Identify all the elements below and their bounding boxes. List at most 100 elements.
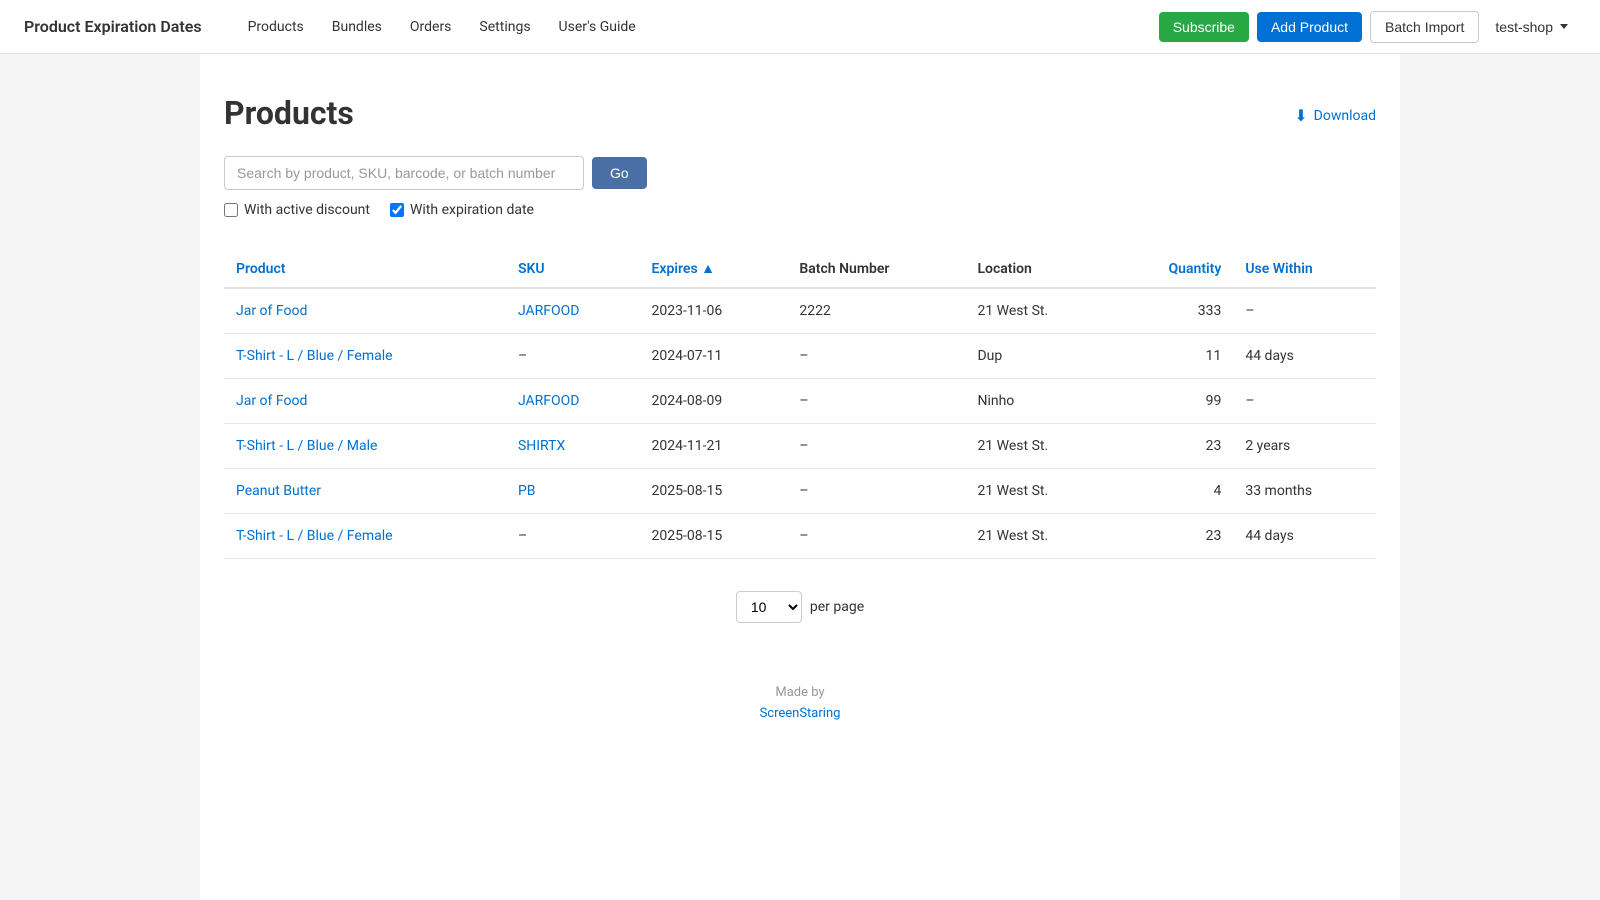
cell-sku: JARFOOD	[506, 379, 640, 424]
table-row: Jar of Food JARFOOD 2023-11-06222221 West …	[224, 288, 1376, 334]
shop-dropdown[interactable]: test-shop	[1487, 19, 1576, 35]
page-title: Products	[224, 94, 354, 132]
product-link[interactable]: T-Shirt - L / Blue / Female	[236, 528, 393, 544]
table-header: ProductSKUExpires ▲Batch NumberLocationQ…	[224, 250, 1376, 288]
col-header-batch_number: Batch Number	[787, 250, 965, 288]
cell-product: Jar of Food	[224, 288, 506, 334]
cell-product: T-Shirt - L / Blue / Female	[224, 514, 506, 559]
cell-use-within: –	[1233, 379, 1376, 424]
col-header-location: Location	[965, 250, 1113, 288]
product-link[interactable]: T-Shirt - L / Blue / Male	[236, 438, 377, 454]
filter-discount-checkbox[interactable]	[224, 203, 238, 217]
download-label: Download	[1314, 108, 1376, 124]
nav-link-orders[interactable]: Orders	[396, 0, 466, 54]
cell-use-within: 44 days	[1233, 334, 1376, 379]
cell-use-within: –	[1233, 288, 1376, 334]
filter-expiration-label[interactable]: With expiration date	[390, 202, 534, 218]
product-link[interactable]: Peanut Butter	[236, 483, 321, 499]
filter-row: With active discount With expiration dat…	[224, 202, 1376, 218]
navbar: Product Expiration Dates ProductsBundles…	[0, 0, 1600, 54]
cell-location: 21 West St.	[965, 469, 1113, 514]
cell-product: Jar of Food	[224, 379, 506, 424]
cell-product: Peanut Butter	[224, 469, 506, 514]
per-page-select[interactable]: 102550100	[736, 591, 802, 623]
nav-links: ProductsBundlesOrdersSettingsUser's Guid…	[234, 0, 1159, 54]
screenstaring-link[interactable]: ScreenStaring	[760, 706, 841, 721]
cell-location: Dup	[965, 334, 1113, 379]
sku-link[interactable]: JARFOOD	[518, 393, 580, 409]
table-row: T-Shirt - L / Blue / Male SHIRTX 2024-11-2…	[224, 424, 1376, 469]
nav-link-bundles[interactable]: Bundles	[318, 0, 396, 54]
nav-link-settings[interactable]: Settings	[465, 0, 544, 54]
filter-discount-label[interactable]: With active discount	[224, 202, 370, 218]
cell-batch-number: –	[787, 514, 965, 559]
product-link[interactable]: Jar of Food	[236, 393, 307, 409]
table-body: Jar of FoodJARFOOD2023-11-06222221 West …	[224, 288, 1376, 559]
cell-expires: 2024-08-09	[640, 379, 788, 424]
cell-quantity: 99	[1113, 379, 1233, 424]
table-row: Peanut ButterPB2025-08-15–21 West St.433…	[224, 469, 1376, 514]
cell-use-within: 44 days	[1233, 514, 1376, 559]
search-row: Go	[224, 156, 1376, 190]
cell-batch-number: –	[787, 469, 965, 514]
main-content: Products ⬇ Download Go With active disco…	[200, 54, 1400, 900]
cell-batch-number: –	[787, 334, 965, 379]
cell-location: 21 West St.	[965, 514, 1113, 559]
product-link[interactable]: T-Shirt - L / Blue / Female	[236, 348, 393, 364]
go-button[interactable]: Go	[592, 157, 647, 189]
cell-location: Ninho	[965, 379, 1113, 424]
sku-link[interactable]: SHIRTX	[518, 438, 565, 454]
col-header-quantity[interactable]: Quantity	[1113, 250, 1233, 288]
cell-product: T-Shirt - L / Blue / Male	[224, 424, 506, 469]
made-by-text: Made by	[224, 683, 1376, 704]
cell-quantity: 333	[1113, 288, 1233, 334]
cell-expires: 2025-08-15	[640, 514, 788, 559]
cell-batch-number: –	[787, 379, 965, 424]
table-row: T-Shirt - L / Blue / Female–2024-07-11–D…	[224, 334, 1376, 379]
cell-use-within: 2 years	[1233, 424, 1376, 469]
download-icon: ⬇	[1294, 106, 1307, 125]
cell-batch-number: 2222	[787, 288, 965, 334]
cell-quantity: 23	[1113, 424, 1233, 469]
sku-link[interactable]: JARFOOD	[518, 303, 580, 319]
cell-sku: SHIRTX	[506, 424, 640, 469]
nav-link-user-s-guide[interactable]: User's Guide	[545, 0, 650, 54]
cell-expires: 2025-08-15	[640, 469, 788, 514]
col-header-sku[interactable]: SKU	[506, 250, 640, 288]
subscribe-button[interactable]: Subscribe	[1159, 12, 1249, 42]
col-header-product[interactable]: Product	[224, 250, 506, 288]
nav-link-products[interactable]: Products	[234, 0, 318, 54]
table-row: T-Shirt - L / Blue / Female–2025-08-15–2…	[224, 514, 1376, 559]
cell-expires: 2024-07-11	[640, 334, 788, 379]
per-page-label: per page	[810, 599, 864, 615]
page-header: Products ⬇ Download	[224, 94, 1376, 132]
col-header-expires[interactable]: Expires ▲	[640, 250, 788, 288]
add-product-button[interactable]: Add Product	[1257, 12, 1362, 42]
cell-quantity: 11	[1113, 334, 1233, 379]
product-link[interactable]: Jar of Food	[236, 303, 307, 319]
filter-expiration-text: With expiration date	[410, 202, 534, 218]
col-header-use_within[interactable]: Use Within	[1233, 250, 1376, 288]
cell-sku: –	[506, 334, 640, 379]
pagination-row: 102550100 per page	[224, 591, 1376, 623]
navbar-brand[interactable]: Product Expiration Dates	[24, 17, 202, 36]
table-row: Jar of FoodJARFOOD2024-08-09–Ninho99–	[224, 379, 1376, 424]
sku-link[interactable]: PB	[518, 483, 536, 499]
shop-label: test-shop	[1495, 19, 1553, 35]
filter-expiration-checkbox[interactable]	[390, 203, 404, 217]
batch-import-button[interactable]: Batch Import	[1370, 11, 1479, 43]
cell-expires: 2024-11-21	[640, 424, 788, 469]
cell-sku: –	[506, 514, 640, 559]
search-input[interactable]	[224, 156, 584, 190]
cell-location: 21 West St.	[965, 288, 1113, 334]
download-button[interactable]: ⬇ Download	[1294, 106, 1376, 125]
products-table: ProductSKUExpires ▲Batch NumberLocationQ…	[224, 250, 1376, 559]
footer: Made by ScreenStaring	[224, 683, 1376, 725]
cell-product: T-Shirt - L / Blue / Female	[224, 334, 506, 379]
cell-location: 21 West St.	[965, 424, 1113, 469]
chevron-down-icon	[1560, 24, 1568, 29]
cell-use-within: 33 months	[1233, 469, 1376, 514]
cell-expires: 2023-11-06	[640, 288, 788, 334]
cell-sku: JARFOOD	[506, 288, 640, 334]
nav-actions: Subscribe Add Product Batch Import test-…	[1159, 11, 1576, 43]
